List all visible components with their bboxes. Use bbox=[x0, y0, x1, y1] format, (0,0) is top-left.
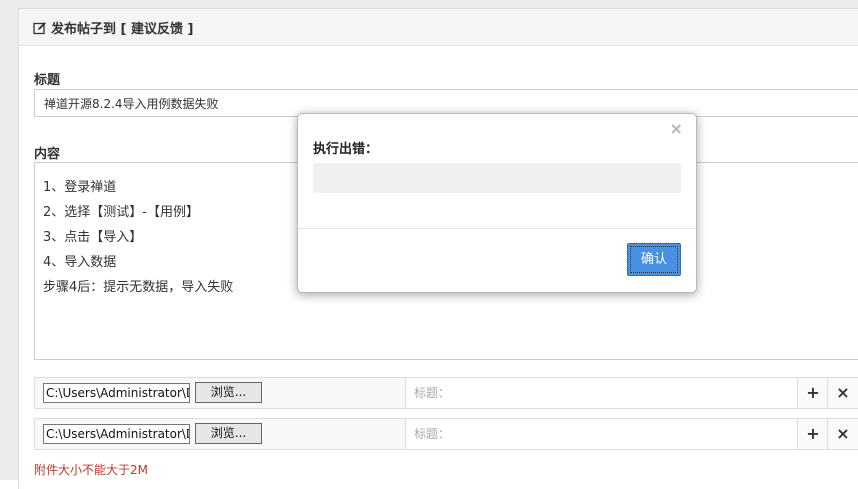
dialog-divider bbox=[298, 228, 696, 229]
error-dialog: × 执行出错： 确认 bbox=[297, 113, 697, 293]
close-icon[interactable]: × bbox=[670, 119, 683, 138]
confirm-button[interactable]: 确认 bbox=[627, 243, 681, 276]
modal-overlay: × 执行出错： 确认 bbox=[0, 0, 858, 480]
error-message bbox=[313, 163, 681, 193]
dialog-title: 执行出错： bbox=[313, 142, 379, 157]
